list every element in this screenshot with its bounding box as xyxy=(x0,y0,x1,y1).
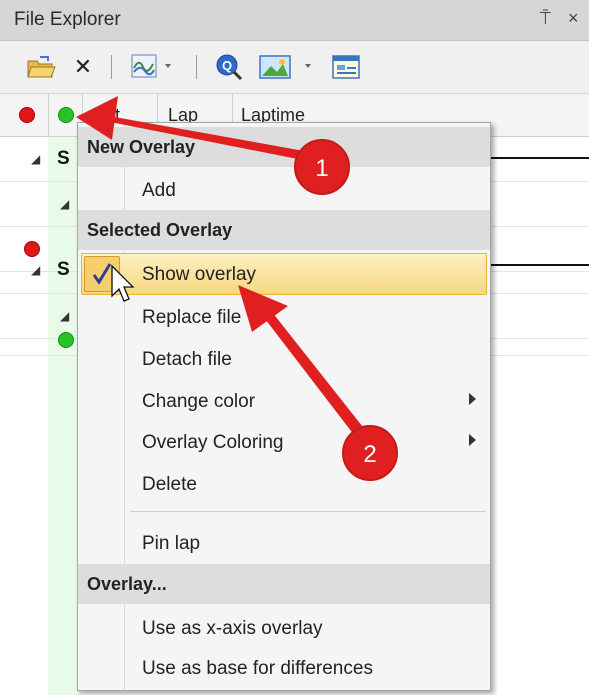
mouse-cursor-icon xyxy=(111,264,135,302)
annotation-overlay: 1 2 xyxy=(76,96,398,481)
file-explorer-panel: File Explorer ⍑ × ✕ Q Lap Laptime ◢ S ◢ … xyxy=(0,0,589,695)
callout-number-1: 1 xyxy=(315,155,328,182)
callout-arrow-2 xyxy=(262,312,370,444)
callout-arrowhead-1 xyxy=(76,96,118,140)
callout-arrow-1 xyxy=(96,108,321,163)
callout-number-2: 2 xyxy=(363,441,376,468)
